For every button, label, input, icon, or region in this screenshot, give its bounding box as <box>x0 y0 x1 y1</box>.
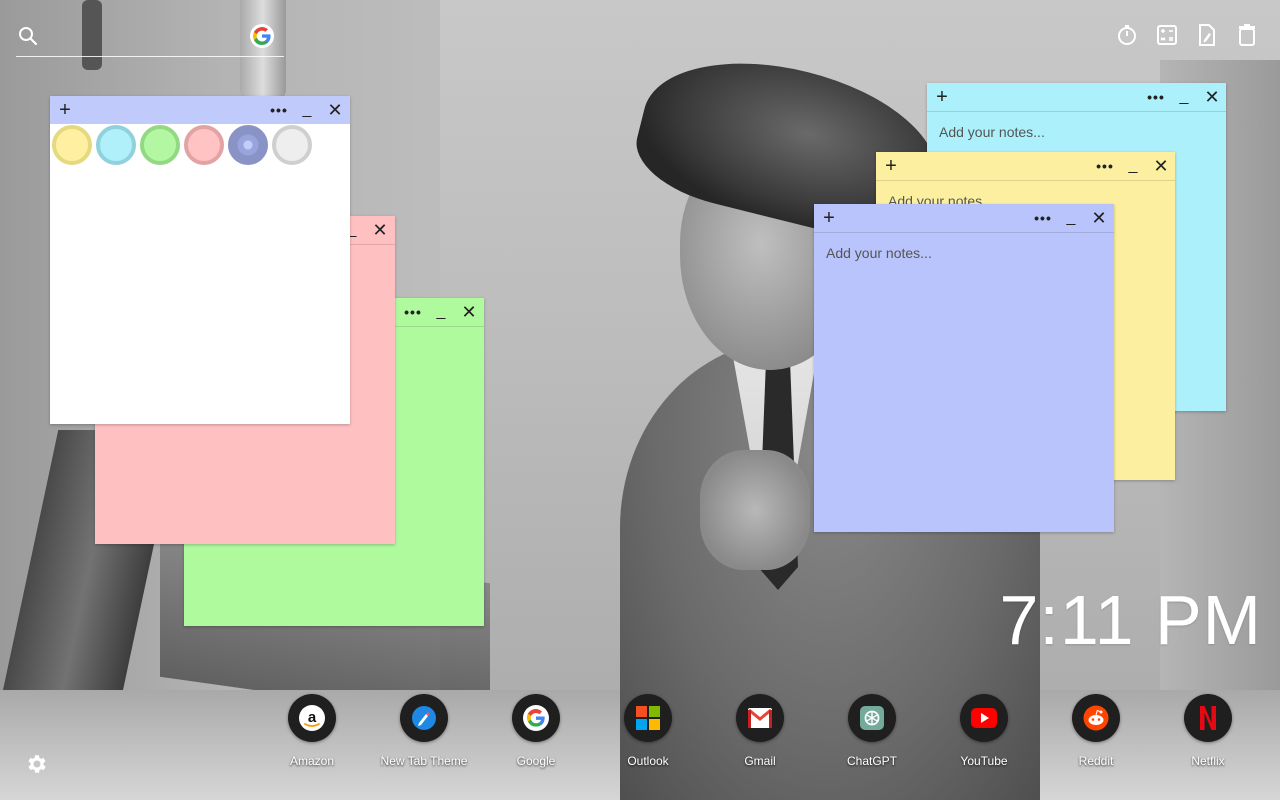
add-note-button[interactable]: + <box>931 83 953 111</box>
dock-app-label: Netflix <box>1191 754 1225 768</box>
minimize-button[interactable]: _ <box>296 96 318 124</box>
dock-app-label: ChatGPT <box>846 754 897 768</box>
app-dock: a Amazon New Tab Theme Google Outlook Gmail Ch… <box>256 694 1280 784</box>
minimize-button[interactable]: _ <box>1060 204 1082 232</box>
svg-text:a: a <box>308 709 317 726</box>
outlook-icon[interactable] <box>624 694 672 742</box>
dock-app-amazon[interactable]: a Amazon <box>256 694 368 784</box>
pink-swatch[interactable] <box>184 125 224 165</box>
more-options-button[interactable]: ••• <box>402 298 424 326</box>
google-icon[interactable] <box>512 694 560 742</box>
timer-icon[interactable] <box>1116 22 1138 48</box>
netflix-icon[interactable] <box>1184 694 1232 742</box>
note-header[interactable]: + ••• _ ✕ <box>927 83 1226 111</box>
close-button[interactable]: ✕ <box>324 96 346 124</box>
minimize-button[interactable]: _ <box>430 298 452 326</box>
youtube-icon[interactable] <box>960 694 1008 742</box>
close-button[interactable]: ✕ <box>369 216 391 244</box>
more-options-button[interactable]: ••• <box>268 96 290 124</box>
dock-app-youtube[interactable]: YouTube <box>928 694 1040 784</box>
more-options-button[interactable]: ••• <box>1032 204 1054 232</box>
add-note-button[interactable]: + <box>818 204 840 232</box>
sticky-note-color-picker[interactable]: + ••• _ ✕ <box>50 96 350 424</box>
search-input[interactable] <box>46 24 250 52</box>
search-bar <box>16 22 284 57</box>
close-button[interactable]: ✕ <box>1088 204 1110 232</box>
minimize-button[interactable]: _ <box>1122 152 1144 180</box>
dock-app-outlook[interactable]: Outlook <box>592 694 704 784</box>
dock-app-label: New Tab Theme <box>380 754 468 768</box>
more-options-button[interactable]: ••• <box>1094 152 1116 180</box>
note-header[interactable]: + ••• _ ✕ <box>50 96 350 124</box>
grey-swatch[interactable] <box>272 125 312 165</box>
dock-app-google[interactable]: Google <box>480 694 592 784</box>
dock-app-chatgpt[interactable]: ChatGPT <box>816 694 928 784</box>
dock-app-label: Reddit <box>1078 754 1114 768</box>
close-button[interactable]: ✕ <box>1201 83 1223 111</box>
color-swatch-row <box>50 125 314 165</box>
calculator-icon[interactable] <box>1156 22 1178 48</box>
gmail-icon[interactable] <box>736 694 784 742</box>
sticky-note-blue[interactable]: + ••• _ ✕ <box>814 204 1114 532</box>
cyan-swatch[interactable] <box>96 125 136 165</box>
google-search-icon[interactable] <box>250 24 274 48</box>
close-button[interactable]: ✕ <box>1150 152 1172 180</box>
dock-app-label: Outlook <box>627 754 669 768</box>
note-textarea[interactable] <box>824 243 1108 526</box>
add-note-button[interactable]: + <box>54 96 76 124</box>
dock-app-gmail[interactable]: Gmail <box>704 694 816 784</box>
close-button[interactable]: ✕ <box>458 298 480 326</box>
reddit-icon[interactable] <box>1072 694 1120 742</box>
dock-app-label: Amazon <box>289 754 335 768</box>
chatgpt-icon[interactable] <box>848 694 896 742</box>
clock: 7:11 PM <box>999 581 1262 659</box>
yellow-swatch[interactable] <box>52 125 92 165</box>
dock-app-label: YouTube <box>960 754 1008 768</box>
new-tab-theme-icon[interactable] <box>400 694 448 742</box>
dock-app-reddit[interactable]: Reddit <box>1040 694 1152 784</box>
blue-swatch[interactable] <box>228 125 268 165</box>
search-icon[interactable] <box>18 26 38 46</box>
add-note-button[interactable]: + <box>880 152 902 180</box>
toolbar <box>1116 22 1258 48</box>
dock-app-new-tab-theme[interactable]: New Tab Theme <box>368 694 480 784</box>
amazon-icon[interactable]: a <box>288 694 336 742</box>
dock-app-label: Google <box>516 754 556 768</box>
scratchpad-icon[interactable] <box>1196 22 1218 48</box>
note-header[interactable]: + ••• _ ✕ <box>876 152 1175 180</box>
trash-icon[interactable] <box>1236 22 1258 48</box>
dock-app-netflix[interactable]: Netflix <box>1152 694 1264 784</box>
green-swatch[interactable] <box>140 125 180 165</box>
more-options-button[interactable]: ••• <box>1145 83 1167 111</box>
dock-app-label: Gmail <box>744 754 776 768</box>
note-header[interactable]: + ••• _ ✕ <box>814 204 1114 232</box>
settings-gear-icon[interactable] <box>24 752 48 776</box>
minimize-button[interactable]: _ <box>1173 83 1195 111</box>
